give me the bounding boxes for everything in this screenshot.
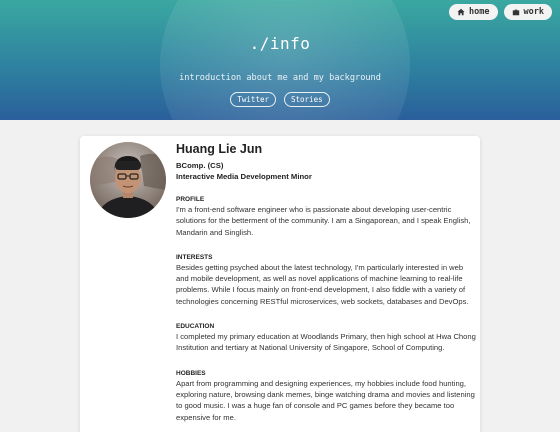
profile-minor: Interactive Media Development Minor [176,172,312,181]
social-links: Twitter Stories [0,92,560,107]
profile-card: Huang Lie Jun BComp. (CS) Interactive Me… [80,136,480,432]
home-button-label: home [469,7,490,17]
section-title-interests: INTERESTS [176,253,213,261]
page-subtitle: introduction about me and my background [179,73,381,83]
avatar [90,142,166,218]
twitter-link[interactable]: Twitter [230,92,276,107]
home-icon [457,8,465,16]
section-title-hobbies: HOBBIES [176,369,206,377]
profile-content: Huang Lie Jun BComp. (CS) Interactive Me… [176,142,476,423]
section-body-interests: Besides getting psyched about the latest… [176,262,469,306]
section-title-education: EDUCATION [176,323,215,331]
page-title: ./info [249,34,311,53]
stories-link[interactable]: Stories [284,92,330,107]
briefcase-icon [512,9,519,16]
work-button-label: work [523,7,544,17]
top-nav: home work [449,4,552,20]
section-body-profile: I'm a front-end software engineer who is… [176,205,471,237]
avatar-photo [90,142,166,218]
profile-degree: BComp. (CS) [176,161,224,170]
profile-name: Huang Lie Jun [176,142,263,156]
work-button[interactable]: work [503,4,552,20]
section-title-profile: PROFILE [176,196,205,203]
section-body-education: I completed my primary education at Wood… [176,332,476,353]
hero-banner: home work ./info introduction about me a… [0,0,560,120]
home-button[interactable]: home [449,4,498,20]
section-body-hobbies: Apart from programming and designing exp… [176,378,475,422]
